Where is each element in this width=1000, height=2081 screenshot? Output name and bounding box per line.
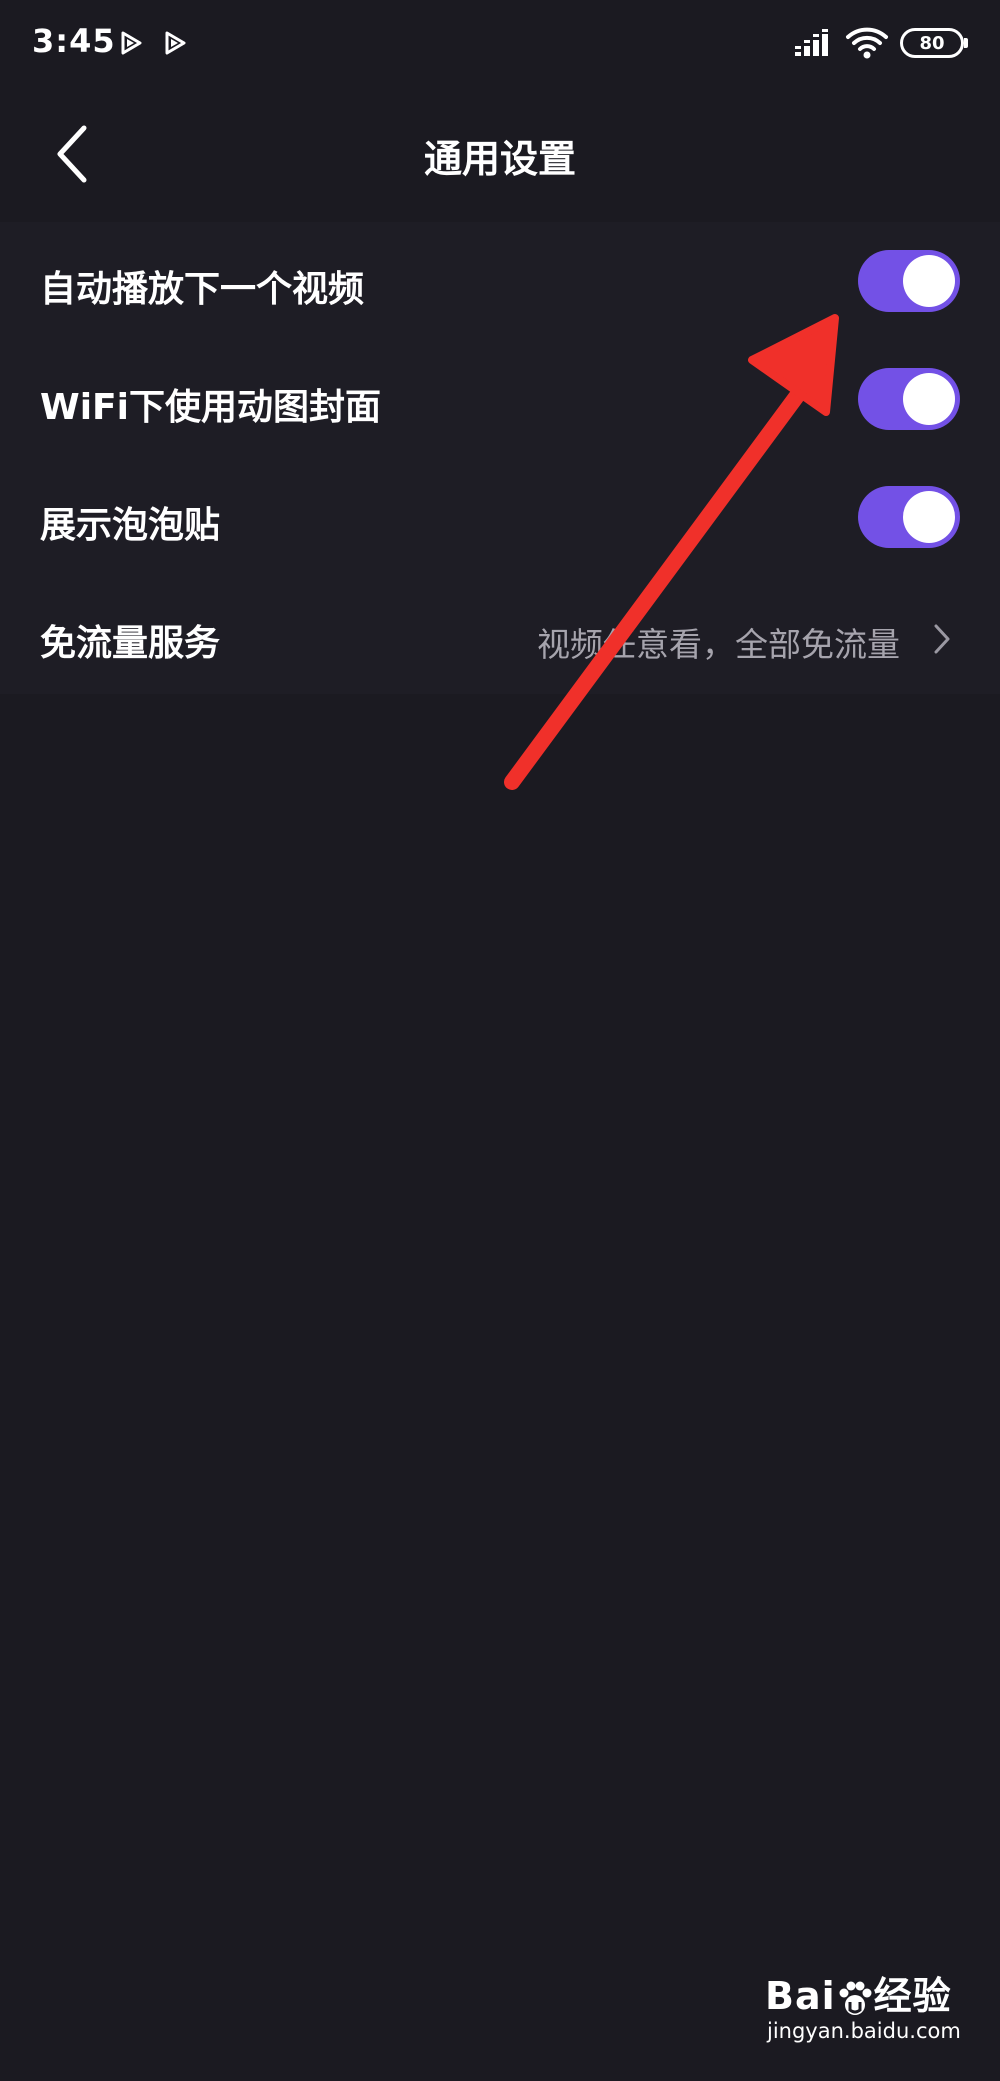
setting-row-autoplay[interactable]: 自动播放下一个视频 [0,222,1000,340]
watermark-url: jingyan.baidu.com [767,2019,961,2043]
play-icon [121,31,142,55]
status-time: 3:45 [32,22,116,60]
setting-label: 自动播放下一个视频 [40,269,365,310]
battery-level: 80 [919,32,945,54]
watermark-logo-left: Bai [765,1974,836,2018]
battery-tip [964,38,968,48]
setting-label: 免流量服务 [40,623,221,664]
setting-row-bubble-stickers[interactable]: 展示泡泡贴 [0,458,1000,576]
battery-icon: 80 [900,28,964,58]
toggle-knob [903,373,955,425]
toggle-knob [903,255,955,307]
wifi-icon [846,27,888,59]
paw-icon [839,1981,872,2015]
watermark-logo: Bai 经验 [765,1965,952,2020]
bubble-stickers-toggle[interactable] [858,486,960,548]
setting-label: 展示泡泡贴 [40,505,221,546]
chevron-right-icon [934,624,950,654]
settings-list: 自动播放下一个视频 WiFi下使用动图封面 展示泡泡贴 免流量服务 视频任意看，… [0,222,1000,694]
setting-row-wifi-gif-cover[interactable]: WiFi下使用动图封面 [0,340,1000,458]
signal-icon [795,29,828,56]
setting-value: 视频任意看，全部免流量 [537,625,900,664]
watermark-logo-right: 经验 [873,1974,952,2018]
setting-label: WiFi下使用动图封面 [40,387,381,428]
toggle-knob [903,491,955,543]
setting-row-free-data-service[interactable]: 免流量服务 视频任意看，全部免流量 [0,576,1000,694]
page-title: 通用设置 [423,137,576,181]
status-bar: 3:45 80 [0,0,1000,90]
play-icon [165,31,186,55]
autoplay-toggle[interactable] [858,250,960,312]
watermark: Bai 经验 jingyan.baidu.com [765,1965,965,2065]
wifi-gif-cover-toggle[interactable] [858,368,960,430]
